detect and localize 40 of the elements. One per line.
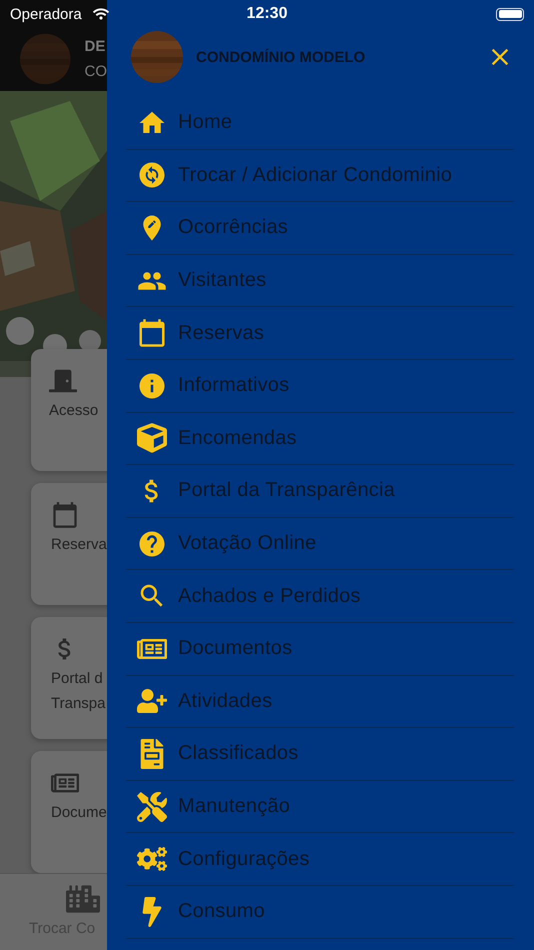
menu-card[interactable]: Acesso: [31, 349, 107, 471]
menu-item[interactable]: Reservas: [126, 307, 514, 360]
condo-name: CONDOMÍNIO MODELO: [196, 48, 366, 66]
menu-item[interactable]: Consumo: [126, 886, 514, 938]
menu-item[interactable]: Configurações: [126, 833, 514, 886]
help-icon: [137, 528, 167, 559]
menu-item[interactable]: Achados e Perdidos: [126, 570, 514, 623]
card-label: Reserva: [51, 535, 107, 554]
header-title: DE: [84, 38, 106, 54]
menu-item[interactable]: Classificados: [126, 728, 514, 781]
carrier-name: Operadora: [10, 6, 82, 22]
menu-item[interactable]: Trocar / Adicionar Condominio: [126, 150, 514, 202]
menu-item[interactable]: Informativos: [126, 360, 514, 413]
menu-item[interactable]: Portal da Transparência: [126, 465, 514, 518]
calendar-icon: [137, 318, 167, 348]
battery-icon: [496, 8, 524, 20]
card-label: Portal d: [51, 669, 104, 688]
menu-item[interactable]: Manutenção: [126, 780, 514, 834]
menu-item[interactable]: Atividades: [126, 676, 514, 728]
card-label: Acesso: [49, 401, 100, 420]
menu-card[interactable]: Reserva: [31, 483, 107, 605]
menu-item[interactable]: Encomendas: [126, 412, 514, 466]
sync-icon: [137, 160, 167, 190]
tools-icon: [137, 792, 167, 822]
menu-item[interactable]: Home: [126, 97, 514, 150]
door-icon: [49, 367, 77, 395]
clock-time: 12:30: [246, 5, 288, 23]
menu-item[interactable]: Visitantes: [126, 254, 514, 308]
header-subtitle: CO: [84, 62, 107, 80]
menu-item[interactable]: Documentos: [126, 622, 514, 676]
card-label: Docume: [51, 803, 107, 822]
menu-item[interactable]: Ocorrências: [126, 202, 514, 255]
menu-item[interactable]: Votação Online: [126, 518, 514, 570]
menu-card[interactable]: Portal d Transpa: [31, 617, 107, 739]
info-icon: [137, 370, 167, 401]
card-label: Transpa: [51, 694, 106, 713]
wifi-icon: [93, 6, 109, 22]
menu-card[interactable]: Docume: [31, 751, 107, 873]
box-icon: [137, 423, 167, 454]
calendar-icon: [51, 501, 79, 529]
